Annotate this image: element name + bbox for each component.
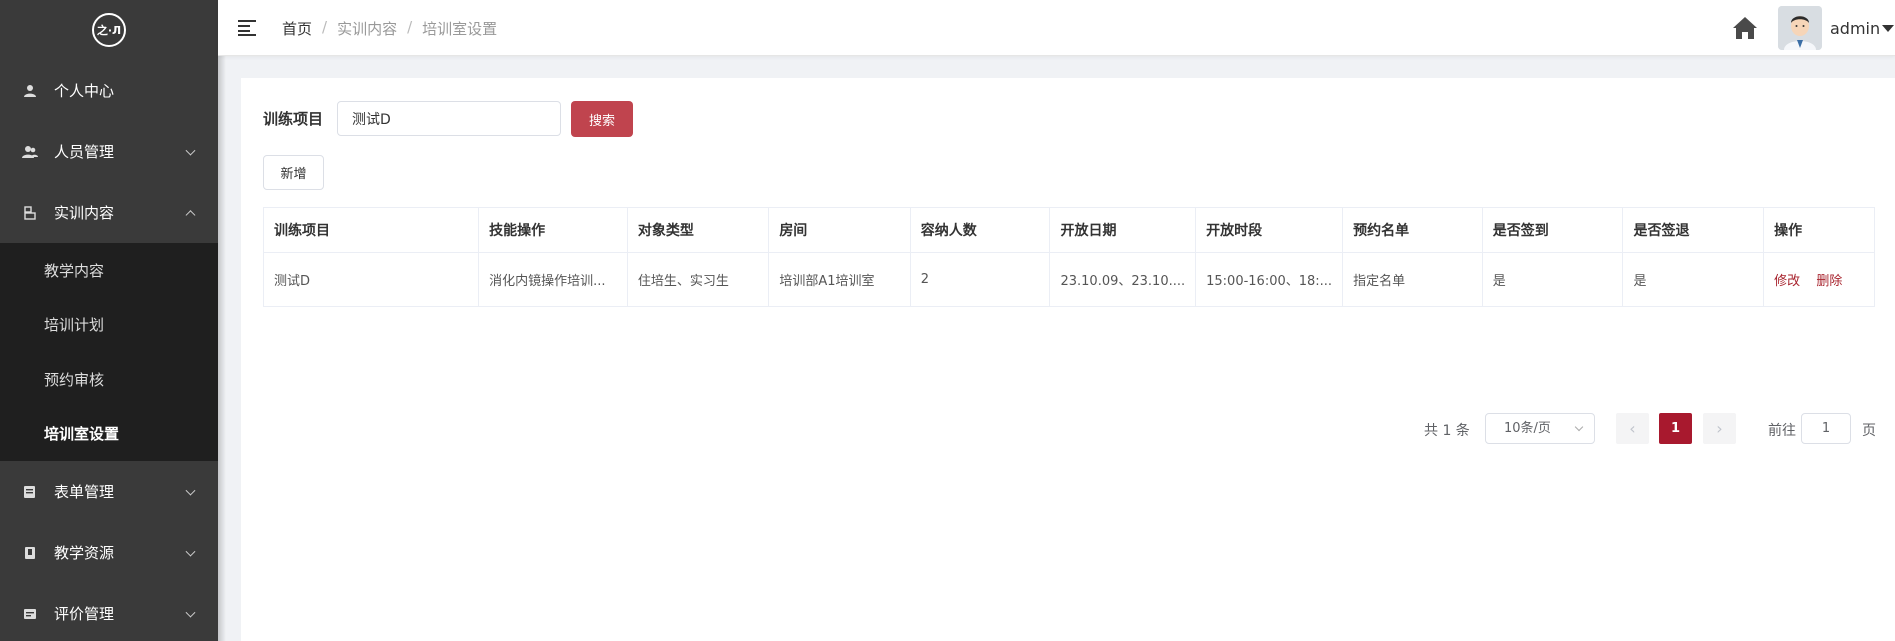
training-submenu: 教学内容 培训计划 预约审核 培训室设置 xyxy=(0,243,218,461)
sidebar-item-training[interactable]: 实训内容 xyxy=(0,182,218,243)
actions-cell: 修改 删除 xyxy=(1763,252,1875,307)
add-button[interactable]: 新增 xyxy=(263,155,324,190)
goto-label: 前往 xyxy=(1768,423,1796,439)
form-icon xyxy=(22,484,38,500)
pagination-total: 共 1 条 xyxy=(1424,423,1470,439)
table-cell: 23.10.09、23.10.... xyxy=(1049,252,1197,307)
logo: 之·Л xyxy=(0,0,218,60)
training-icon xyxy=(22,205,38,221)
breadcrumb-home[interactable]: 首页 xyxy=(282,18,312,39)
column-header: 训练项目 xyxy=(262,207,480,253)
edit-link[interactable]: 修改 xyxy=(1774,274,1800,289)
home-icon[interactable] xyxy=(1732,16,1758,40)
users-icon xyxy=(22,144,38,160)
avatar[interactable] xyxy=(1778,6,1822,50)
chevron-left-icon: ‹ xyxy=(1629,419,1636,438)
table-cell: 测试D xyxy=(262,252,480,307)
user-icon xyxy=(22,83,38,99)
chevron-up-icon xyxy=(185,209,196,220)
user-name[interactable]: admin xyxy=(1830,19,1880,38)
column-header: 技能操作 xyxy=(478,207,628,253)
top-header: 首页 / 实训内容 / 培训室设置 admin xyxy=(218,0,1895,56)
sidebar-item-profile[interactable]: 个人中心 xyxy=(0,60,218,121)
chevron-right-icon: › xyxy=(1716,419,1723,438)
prev-page-button[interactable]: ‹ xyxy=(1616,413,1649,444)
search-label: 训练项目 xyxy=(263,110,324,128)
breadcrumb-room-settings: 培训室设置 xyxy=(422,20,498,38)
breadcrumb: 首页 / 实训内容 / 培训室设置 xyxy=(282,18,497,39)
search-input[interactable] xyxy=(337,101,561,136)
column-header: 预约名单 xyxy=(1342,207,1483,253)
page-size-select[interactable]: 10条/页 xyxy=(1485,413,1595,444)
column-header: 是否签退 xyxy=(1622,207,1765,253)
table-cell: 是 xyxy=(1481,252,1624,307)
column-header: 对象类型 xyxy=(626,207,770,253)
chevron-down-icon xyxy=(185,546,196,557)
page-number-button[interactable]: 1 xyxy=(1659,413,1692,444)
table-cell: 指定名单 xyxy=(1342,252,1483,307)
sidebar-item-forms[interactable]: 表单管理 xyxy=(0,461,218,522)
chevron-down-icon xyxy=(185,145,196,156)
breadcrumb-separator: / xyxy=(322,18,328,36)
menu-toggle-icon[interactable] xyxy=(238,20,256,36)
column-header: 容纳人数 xyxy=(909,207,1051,253)
evaluation-icon xyxy=(22,606,38,622)
sidebar-shadow xyxy=(218,0,226,641)
resource-icon xyxy=(22,545,38,561)
chevron-down-icon xyxy=(1574,422,1584,432)
submenu-item-teaching-content[interactable]: 教学内容 xyxy=(0,243,218,298)
breadcrumb-separator: / xyxy=(407,18,413,36)
sidebar-item-resources[interactable]: 教学资源 xyxy=(0,522,218,583)
column-header: 是否签到 xyxy=(1481,207,1624,253)
goto-page-input[interactable] xyxy=(1801,413,1851,444)
next-page-button[interactable]: › xyxy=(1703,413,1736,444)
table-cell: 2 xyxy=(909,252,1051,307)
sidebar-item-label: 实训内容 xyxy=(54,204,115,222)
sidebar-item-label: 教学资源 xyxy=(54,544,115,562)
data-table: 训练项目 技能操作 对象类型 房间 容纳人数 开放日期 开放时段 预约名单 是否… xyxy=(262,207,1875,307)
column-header: 开放日期 xyxy=(1049,207,1197,253)
table-cell: 消化内镜操作培训... xyxy=(478,252,628,307)
column-header: 操作 xyxy=(1763,207,1875,253)
chevron-down-icon xyxy=(185,485,196,496)
pagination: 共 1 条 10条/页 ‹ 1 › 前往 页 xyxy=(241,413,1895,445)
sidebar-item-label: 评价管理 xyxy=(54,605,115,623)
sidebar-item-label: 表单管理 xyxy=(54,483,115,501)
submenu-item-room-settings[interactable]: 培训室设置 xyxy=(0,407,218,462)
sidebar-item-label: 个人中心 xyxy=(54,82,115,100)
table-row: 测试D 消化内镜操作培训... 住培生、实习生 培训部A1培训室 2 23.10… xyxy=(262,252,1875,307)
submenu-item-booking-review[interactable]: 预约审核 xyxy=(0,352,218,407)
column-header: 房间 xyxy=(768,207,911,253)
sidebar-item-evaluation[interactable]: 评价管理 xyxy=(0,583,218,641)
breadcrumb-training[interactable]: 实训内容 xyxy=(337,18,397,39)
page-size-value: 10条/页 xyxy=(1504,421,1551,436)
table-cell: 是 xyxy=(1622,252,1765,307)
logo-icon: 之·Л xyxy=(92,13,126,47)
sidebar-item-personnel[interactable]: 人员管理 xyxy=(0,121,218,182)
table-cell: 住培生、实习生 xyxy=(626,252,770,307)
chevron-down-icon xyxy=(185,607,196,618)
main-card: 训练项目 搜索 新增 训练项目 技能操作 对象类型 房间 容纳人数 开放日期 开… xyxy=(241,78,1895,641)
caret-down-icon[interactable] xyxy=(1882,25,1894,32)
sidebar: 之·Л 个人中心 人员管理 实训内容 教学内容 培训计划 预约审核 培训室设置 … xyxy=(0,0,218,641)
submenu-item-training-plan[interactable]: 培训计划 xyxy=(0,298,218,353)
delete-link[interactable]: 删除 xyxy=(1816,274,1842,289)
table-header-row: 训练项目 技能操作 对象类型 房间 容纳人数 开放日期 开放时段 预约名单 是否… xyxy=(262,207,1875,253)
search-button[interactable]: 搜索 xyxy=(571,101,633,137)
table-cell: 15:00-16:00、18:... xyxy=(1195,252,1344,307)
page-suffix: 页 xyxy=(1862,423,1876,439)
column-header: 开放时段 xyxy=(1195,207,1344,253)
table-cell: 培训部A1培训室 xyxy=(768,252,911,307)
sidebar-item-label: 人员管理 xyxy=(54,143,115,161)
